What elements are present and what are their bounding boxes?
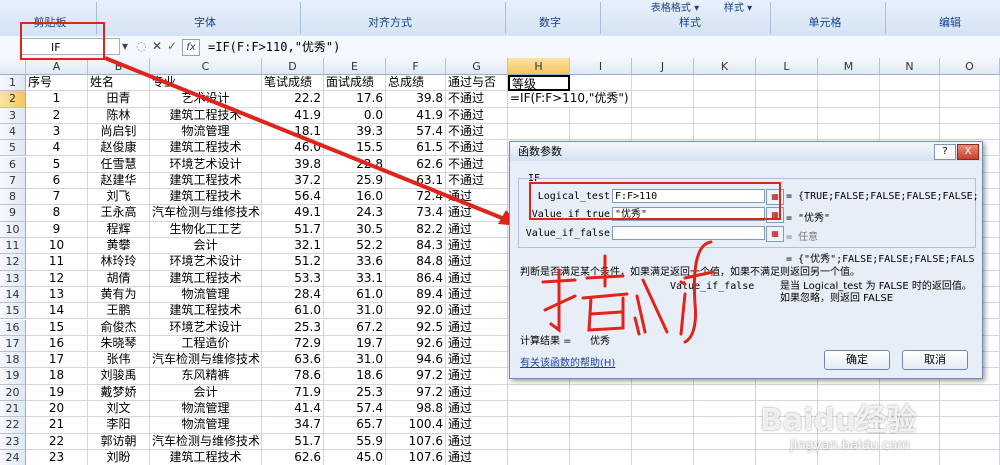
handwriting-strokes	[541, 240, 715, 344]
dialog-title: 函数参数	[510, 142, 982, 161]
dialog-close-button[interactable]: X	[957, 144, 979, 160]
arg-help-text: 是当 Logical_test 为 FALSE 时的返回值。如果忽略，则返回 F…	[780, 281, 972, 304]
value-if-false-result: = 任意	[786, 232, 819, 243]
ok-button[interactable]: 确定	[824, 350, 890, 370]
arrow-line	[104, 56, 513, 224]
watermark-url: jingyan.baidu.com	[790, 438, 910, 453]
logical-test-result: = {TRUE;FALSE;FALSE;FALSE;FALSE;	[786, 191, 979, 202]
baidu-watermark-logo: Baidu经验	[760, 403, 917, 438]
value-if-true-result: = "优秀"	[786, 213, 831, 224]
help-question-button[interactable]: ?	[934, 144, 956, 160]
range-picker-icon[interactable]: ▦	[766, 226, 784, 242]
function-arguments-dialog: 函数参数 ? X IF Logical_test F:F>110 ▦ = {TR…	[509, 141, 983, 379]
args-highlight-box	[529, 182, 781, 220]
cancel-button[interactable]: 取消	[902, 350, 968, 370]
function-help-link[interactable]: 有关该函数的帮助(H)	[520, 354, 615, 369]
handwriting-annotation	[541, 240, 715, 344]
